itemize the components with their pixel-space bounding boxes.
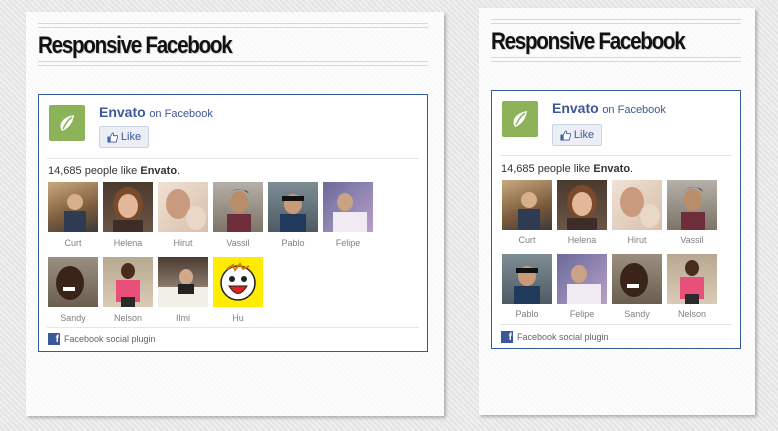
plugin-footer-label: Facebook social plugin bbox=[517, 332, 609, 342]
friend-avatar[interactable] bbox=[557, 180, 607, 230]
friend-name[interactable]: Helena bbox=[103, 238, 153, 248]
friend-name[interactable]: Ilmi bbox=[158, 313, 208, 323]
title-rule-top bbox=[491, 19, 741, 24]
friend-name[interactable]: Felipe bbox=[323, 238, 373, 248]
page-name-link[interactable]: Envato bbox=[99, 104, 146, 120]
facebook-like-box: Envato on Facebook Like 14,685 people li… bbox=[491, 90, 741, 349]
friend-avatar[interactable] bbox=[502, 180, 552, 230]
on-facebook-link[interactable]: on Facebook bbox=[602, 104, 666, 116]
responsive-demo-narrow-panel: Responsive Facebook Envato on Facebook L… bbox=[479, 8, 755, 415]
facebook-icon: f bbox=[501, 331, 513, 343]
friend-name[interactable]: Curt bbox=[48, 238, 98, 248]
thumbs-up-icon bbox=[107, 132, 118, 143]
friend-name[interactable]: Vassil bbox=[213, 238, 263, 248]
like-label: Like bbox=[120, 131, 142, 143]
facebook-like-box: Envato on Facebook Like 14,685 people li… bbox=[38, 94, 428, 352]
page-name-line: Envato on Facebook bbox=[552, 100, 666, 116]
friend-name[interactable]: Nelson bbox=[667, 309, 717, 319]
like-count-page[interactable]: Envato bbox=[593, 163, 630, 175]
friend-name[interactable]: Pablo bbox=[268, 238, 318, 248]
plugin-footer[interactable]: f Facebook social plugin bbox=[501, 331, 609, 343]
friend-name[interactable]: Vassil bbox=[667, 235, 717, 245]
section-title: Responsive Facebook bbox=[491, 28, 686, 55]
like-count: 14,685 people like Envato. bbox=[501, 163, 634, 175]
friend-avatar[interactable] bbox=[158, 257, 208, 307]
friend-name[interactable]: Hu bbox=[213, 313, 263, 323]
page-name-link[interactable]: Envato bbox=[552, 100, 599, 116]
friend-avatar[interactable] bbox=[48, 257, 98, 307]
friend-avatar[interactable] bbox=[213, 257, 263, 307]
envato-logo[interactable] bbox=[49, 105, 85, 141]
like-count-page[interactable]: Envato bbox=[140, 165, 177, 177]
friend-avatar[interactable] bbox=[103, 182, 153, 232]
friend-avatar[interactable] bbox=[667, 180, 717, 230]
like-button[interactable]: Like bbox=[99, 126, 149, 148]
friend-name[interactable]: Sandy bbox=[48, 313, 98, 323]
friend-avatar[interactable] bbox=[268, 182, 318, 232]
section-title: Responsive Facebook bbox=[38, 32, 233, 59]
like-label: Like bbox=[573, 129, 595, 141]
friend-name[interactable]: Pablo bbox=[502, 309, 552, 319]
page-name-line: Envato on Facebook bbox=[99, 104, 213, 120]
on-facebook-link[interactable]: on Facebook bbox=[149, 108, 213, 120]
friend-name[interactable]: Sandy bbox=[612, 309, 662, 319]
friend-avatar[interactable] bbox=[323, 182, 373, 232]
leaf-icon bbox=[60, 115, 74, 131]
like-button[interactable]: Like bbox=[552, 124, 602, 146]
friend-avatar[interactable] bbox=[213, 182, 263, 232]
footer-divider bbox=[500, 324, 732, 325]
friend-name[interactable]: Nelson bbox=[103, 313, 153, 323]
plugin-footer[interactable]: f Facebook social plugin bbox=[48, 333, 156, 345]
friend-avatar[interactable] bbox=[103, 257, 153, 307]
leaf-icon bbox=[513, 111, 527, 127]
header-divider bbox=[500, 155, 732, 156]
responsive-demo-wide-panel: Responsive Facebook Envato on Facebook L… bbox=[26, 12, 444, 416]
friend-avatar[interactable] bbox=[158, 182, 208, 232]
plugin-footer-label: Facebook social plugin bbox=[64, 334, 156, 344]
title-rule-top bbox=[38, 23, 428, 28]
header-divider bbox=[47, 158, 419, 159]
thumbs-up-icon bbox=[560, 130, 571, 141]
friend-name[interactable]: Helena bbox=[557, 235, 607, 245]
title-rule-bottom bbox=[491, 57, 741, 62]
friend-avatar[interactable] bbox=[48, 182, 98, 232]
facebook-icon: f bbox=[48, 333, 60, 345]
friend-name[interactable]: Felipe bbox=[557, 309, 607, 319]
friend-name[interactable]: Hirut bbox=[612, 235, 662, 245]
friend-avatar[interactable] bbox=[667, 254, 717, 304]
like-count: 14,685 people like Envato. bbox=[48, 165, 181, 177]
friend-avatar[interactable] bbox=[612, 180, 662, 230]
friend-avatar[interactable] bbox=[612, 254, 662, 304]
friend-name[interactable]: Hirut bbox=[158, 238, 208, 248]
title-rule-bottom bbox=[38, 61, 428, 66]
friend-avatar[interactable] bbox=[557, 254, 607, 304]
friend-name[interactable]: Curt bbox=[502, 235, 552, 245]
footer-divider bbox=[47, 327, 419, 328]
envato-logo[interactable] bbox=[502, 101, 538, 137]
friend-avatar[interactable] bbox=[502, 254, 552, 304]
